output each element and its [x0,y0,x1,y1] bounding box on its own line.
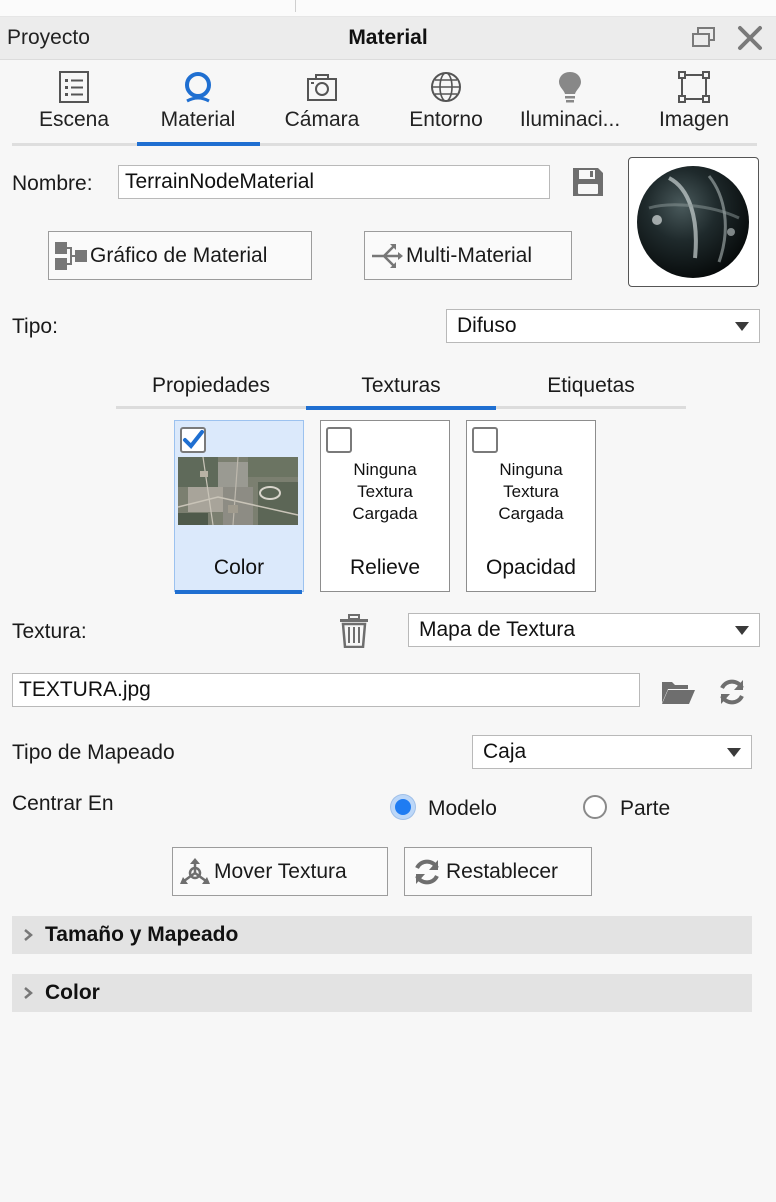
texture-slot-opacidad-empty: Ninguna Textura Cargada [467,459,595,525]
mapping-type-select[interactable]: Caja [472,735,752,769]
material-graph-button[interactable]: Gráfico de Material [48,231,312,280]
material-type-value: Difuso [457,314,517,337]
move-texture-label: Mover Textura [214,860,347,883]
trash-icon[interactable] [337,614,371,649]
empty-line: Textura [357,482,413,501]
center-part-label[interactable]: Parte [620,797,670,821]
center-part-radio[interactable] [583,795,607,819]
section-color[interactable]: Color [12,974,752,1012]
material-graph-label: Gráfico de Material [90,244,268,267]
multi-material-label: Multi-Material [406,244,533,267]
empty-line: Ninguna [353,460,417,479]
empty-line: Ninguna [499,460,563,479]
lightbulb-icon [554,70,586,104]
empty-line: Cargada [352,504,418,523]
tab-imagen-label: Imagen [658,108,730,131]
center-on-label: Centrar En [12,792,114,815]
material-sphere-image [637,166,749,278]
close-icon[interactable] [735,23,765,53]
material-type-select[interactable]: Difuso [446,309,760,343]
texture-slot-color-checkbox[interactable] [180,427,206,453]
tab-escena-label: Escena [38,108,110,131]
tabs-divider [12,143,757,146]
texture-file-input[interactable]: TEXTURA.jpg [12,673,640,707]
center-model-radio[interactable] [391,795,415,819]
texture-map-select[interactable]: Mapa de Textura [408,613,760,647]
tab-camara[interactable]: Cámara [260,66,384,144]
chevron-down-icon [735,626,749,635]
tab-imagen[interactable]: Imagen [632,66,756,144]
empty-line: Textura [503,482,559,501]
subtab-texturas[interactable]: Texturas [306,374,496,408]
empty-line: Cargada [498,504,564,523]
refresh-icon [410,856,444,888]
mapping-type-label: Tipo de Mapeado [12,741,175,764]
texture-thumbnail [177,456,299,526]
section-color-label: Color [45,981,100,1004]
texture-slot-relieve-label: Relieve [349,556,421,579]
split-arrows-icon [370,240,404,272]
texture-slot-opacidad[interactable]: Ninguna Textura Cargada Opacidad [466,420,596,592]
material-icon [182,70,214,104]
mapping-type-value: Caja [483,740,527,763]
refresh-icon[interactable] [716,676,748,708]
tab-entorno-label: Entorno [409,108,483,131]
reset-label: Restablecer [446,860,559,883]
tab-iluminacion[interactable]: Iluminaci... [508,66,632,144]
chevron-down-icon [727,748,741,757]
type-label: Tipo: [12,315,58,338]
subtab-propiedades[interactable]: Propiedades [116,374,306,408]
tab-entorno[interactable]: Entorno [384,66,508,144]
name-label: Nombre: [12,172,93,195]
tab-iluminacion-label: Iluminaci... [519,108,621,131]
panel-title: Material [348,26,428,49]
texture-slot-opacidad-checkbox[interactable] [472,427,498,453]
texture-slot-relieve-empty: Ninguna Textura Cargada [321,459,449,525]
subtab-active-indicator [306,406,496,410]
chevron-down-icon [735,322,749,331]
chevron-right-icon [22,986,34,1000]
texture-slot-relieve[interactable]: Ninguna Textura Cargada Relieve [320,420,450,592]
texture-slot-color-label: Color [213,556,265,579]
tab-camara-label: Cámara [284,108,360,131]
center-model-label[interactable]: Modelo [428,797,497,821]
move-arrows-icon [178,856,212,888]
material-name-input[interactable]: TerrainNodeMaterial [118,165,550,199]
save-icon[interactable] [571,166,605,198]
undock-icon[interactable] [689,23,719,53]
material-preview [628,157,759,287]
camera-icon [306,70,338,104]
tab-material-label: Material [160,108,236,131]
texture-slot-relieve-checkbox[interactable] [326,427,352,453]
move-texture-button[interactable]: Mover Textura [172,847,388,896]
texture-slot-color[interactable]: Color [174,420,304,592]
globe-icon [430,70,462,104]
list-icon [58,70,90,104]
node-graph-icon [54,240,88,272]
image-frame-icon [678,70,710,104]
texture-label: Textura: [12,620,87,643]
tab-escena[interactable]: Escena [12,66,136,144]
reset-button[interactable]: Restablecer [404,847,592,896]
chevron-right-icon [22,928,34,942]
texture-map-value: Mapa de Textura [419,618,576,641]
tab-material[interactable]: Material [136,66,260,144]
texture-slot-active-indicator [175,590,302,594]
folder-open-icon[interactable] [660,676,696,706]
top-strip [0,0,776,17]
panel-title-bar: Proyecto Material [0,17,776,60]
subtab-etiquetas[interactable]: Etiquetas [496,374,686,408]
section-size-mapping-label: Tamaño y Mapeado [45,923,239,946]
top-divider [295,0,296,12]
section-size-mapping[interactable]: Tamaño y Mapeado [12,916,752,954]
multi-material-button[interactable]: Multi-Material [364,231,572,280]
texture-slot-opacidad-label: Opacidad [486,556,576,579]
tab-active-indicator [137,142,260,146]
